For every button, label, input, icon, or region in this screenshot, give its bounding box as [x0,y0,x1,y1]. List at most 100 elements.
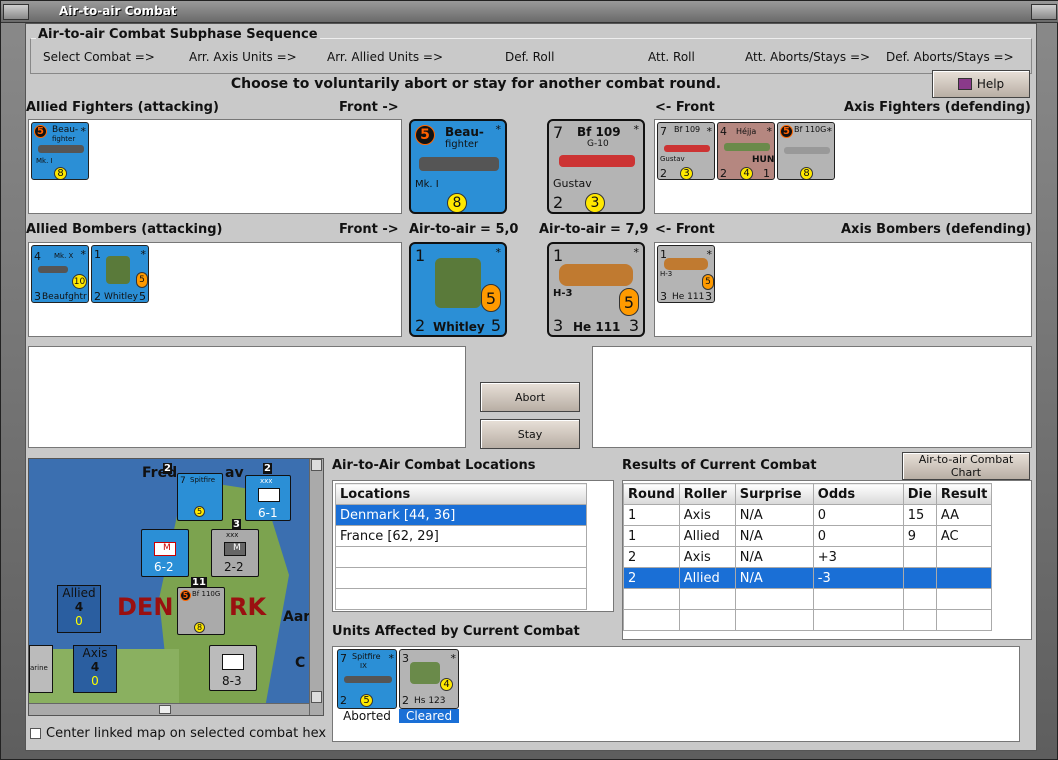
bf109-counter-large[interactable]: 7 Bf 109 G-10 * Gustav 2 3 [547,119,645,214]
plane-icon [344,676,392,683]
col-round: Round [623,483,680,505]
plane-icon [559,155,635,167]
whitley-counter-small[interactable]: 1 * 5 2 Whitley 5 [91,245,149,303]
air-to-air-chart-button[interactable]: Air-to-air Combat Chart [902,452,1030,480]
counter-xxx: xxx [226,531,239,539]
map-hscrollbar[interactable] [29,703,309,715]
table-row[interactable]: 1 Axis N/A 0 15 AA [623,504,993,526]
counter-br: 5 [139,290,146,303]
counter-br: 5 [490,316,501,335]
table-row[interactable]: 2 Axis N/A +3 [623,546,993,568]
bf110-counter-small[interactable]: 5 Bf 110G * 8 [777,122,835,180]
mini-map[interactable]: Fred av DEN RK Aar C 2 2 7 Spitfire 5 xx… [28,458,324,716]
counter-star: * [140,248,147,261]
counter-star: * [495,123,502,136]
spitfire-counter[interactable]: 7 Spitfire IX * 2 5 [337,649,397,709]
center-map-checkbox[interactable] [30,728,41,739]
allied-stack-counter[interactable]: Allied 4 0 [57,585,101,633]
counter-value: 4 [740,167,753,179]
counter-left: 7 [660,125,667,138]
hs123-counter[interactable]: 3 * 4 2 Hs 123 [399,649,459,709]
help-button[interactable]: Help [932,70,1030,98]
seq-step-4: Def. Roll [505,50,555,64]
axis-fighters-box: 7 Bf 109 * Gustav 2 3 4 Héjja * HUN 2 4 … [654,119,1032,214]
map-bf110-counter[interactable]: 5 Bf 110G 8 [177,587,225,635]
map-stack-2b: 2 [263,463,272,474]
system-menu-button[interactable] [3,4,29,20]
map-corps-counter-22[interactable]: xxx M 2-2 [211,529,259,577]
counter-star: * [706,248,713,261]
map-hscroll-thumb[interactable] [159,705,171,714]
map-vscrollbar[interactable] [309,459,323,715]
counter-bl: 3 [34,290,41,303]
map-corps-counter-62[interactable]: M 6-2 [141,529,189,577]
locations-header: Locations [335,483,587,505]
abort-button[interactable]: Abort [480,382,580,412]
plane-icon [38,266,68,273]
locations-list: Locations Denmark [44, 36] France [62, 2… [332,480,614,612]
counter-mark: Mk. X [54,252,74,260]
hejja-counter-small[interactable]: 4 Héjja * HUN 2 4 1 [717,122,775,180]
cell [734,588,814,610]
beaufighter-x-counter[interactable]: 4 Mk. X * 10 3 Beaufghtr [31,245,89,303]
counter-value: 5 [360,694,373,707]
front-label-allied-2: Front -> [339,222,399,237]
window-title: Air-to-air Combat [59,4,177,18]
map-scroll-up[interactable] [311,459,322,471]
cell [935,567,993,589]
location-item-1[interactable]: Denmark [44, 36] [335,504,587,526]
beaufighter-counter-small[interactable]: 5 Beau- fighter * Mk. I 8 [31,122,89,180]
col-die: Die [902,483,937,505]
aborted-label: Aborted [343,709,391,723]
whitley-counter-large[interactable]: 1 * 5 2 Whitley 5 [409,242,507,337]
plane-icon [664,145,710,152]
allied-fighters-box: 5 Beau- fighter * Mk. I 8 [28,119,402,214]
cell [935,588,993,610]
he111-counter-small[interactable]: 1 * H-3 5 3 He 111 3 [657,245,715,303]
axis-bombers-box: 1 * H-3 5 3 He 111 3 [654,242,1032,337]
location-item-2[interactable]: France [62, 29] [335,525,587,547]
counter-value: 8 [800,167,813,179]
counter-left: 4 [720,125,727,138]
counter-name: Bf 110G [794,125,827,134]
cell [812,609,904,631]
counter-star: * [450,652,457,665]
counter-name: Bf 109 [577,125,621,139]
map-scroll-down[interactable] [311,691,322,703]
table-row[interactable]: 2 Allied N/A -3 [623,567,993,589]
counter-name: Hs 123 [414,696,446,706]
close-button[interactable] [1031,4,1057,20]
axis-stack-counter[interactable]: Axis 4 0 [73,645,117,693]
map-marine-counter[interactable]: arine [29,645,53,693]
help-label: Help [976,77,1005,91]
results-title: Results of Current Combat [622,458,817,473]
stay-button[interactable]: Stay [480,419,580,449]
seq-step-5: Att. Roll [648,50,695,64]
counter-value: 8 [447,193,467,212]
bf109-counter-small[interactable]: 7 Bf 109 * Gustav 2 3 [657,122,715,180]
beaufighter-counter-large[interactable]: 5 Beau- fighter * Mk. I 8 [409,119,507,214]
map-spitfire-counter[interactable]: 7 Spitfire 5 [177,473,223,521]
location-empty [335,588,587,610]
map-corps-counter-61[interactable]: xxx 6-1 [245,475,291,521]
table-row[interactable]: 1 Allied N/A 0 9 AC [623,525,993,547]
sequence-title: Air-to-air Combat Subphase Sequence [36,27,320,42]
affected-units-box: 7 Spitfire IX * 2 5 Aborted 3 * 4 2 Hs 1… [332,646,1020,742]
cell [902,546,937,568]
counter-name2: fighter [52,135,76,143]
map-corps-counter-83[interactable]: 8-3 [209,645,257,691]
infantry-icon [258,488,280,502]
counter-left: 7 [340,652,347,665]
counter-left: 7 [180,476,186,486]
instruction-text: Choose to voluntarily abort or stay for … [230,76,722,92]
seq-step-1: Select Combat => [43,50,155,64]
plane-icon [106,256,130,284]
title-bar[interactable]: Air-to-air Combat [1,1,1058,23]
counter-nick: Gustav [660,155,685,163]
cell: AA [935,504,993,526]
he111-counter-large[interactable]: 1 * H-3 5 3 He 111 3 [547,242,645,337]
cell [678,588,736,610]
axis-num: 4 [90,660,100,674]
plane-icon [664,258,708,270]
results-table-box: Round Roller Surprise Odds Die Result 1A… [622,480,1032,640]
